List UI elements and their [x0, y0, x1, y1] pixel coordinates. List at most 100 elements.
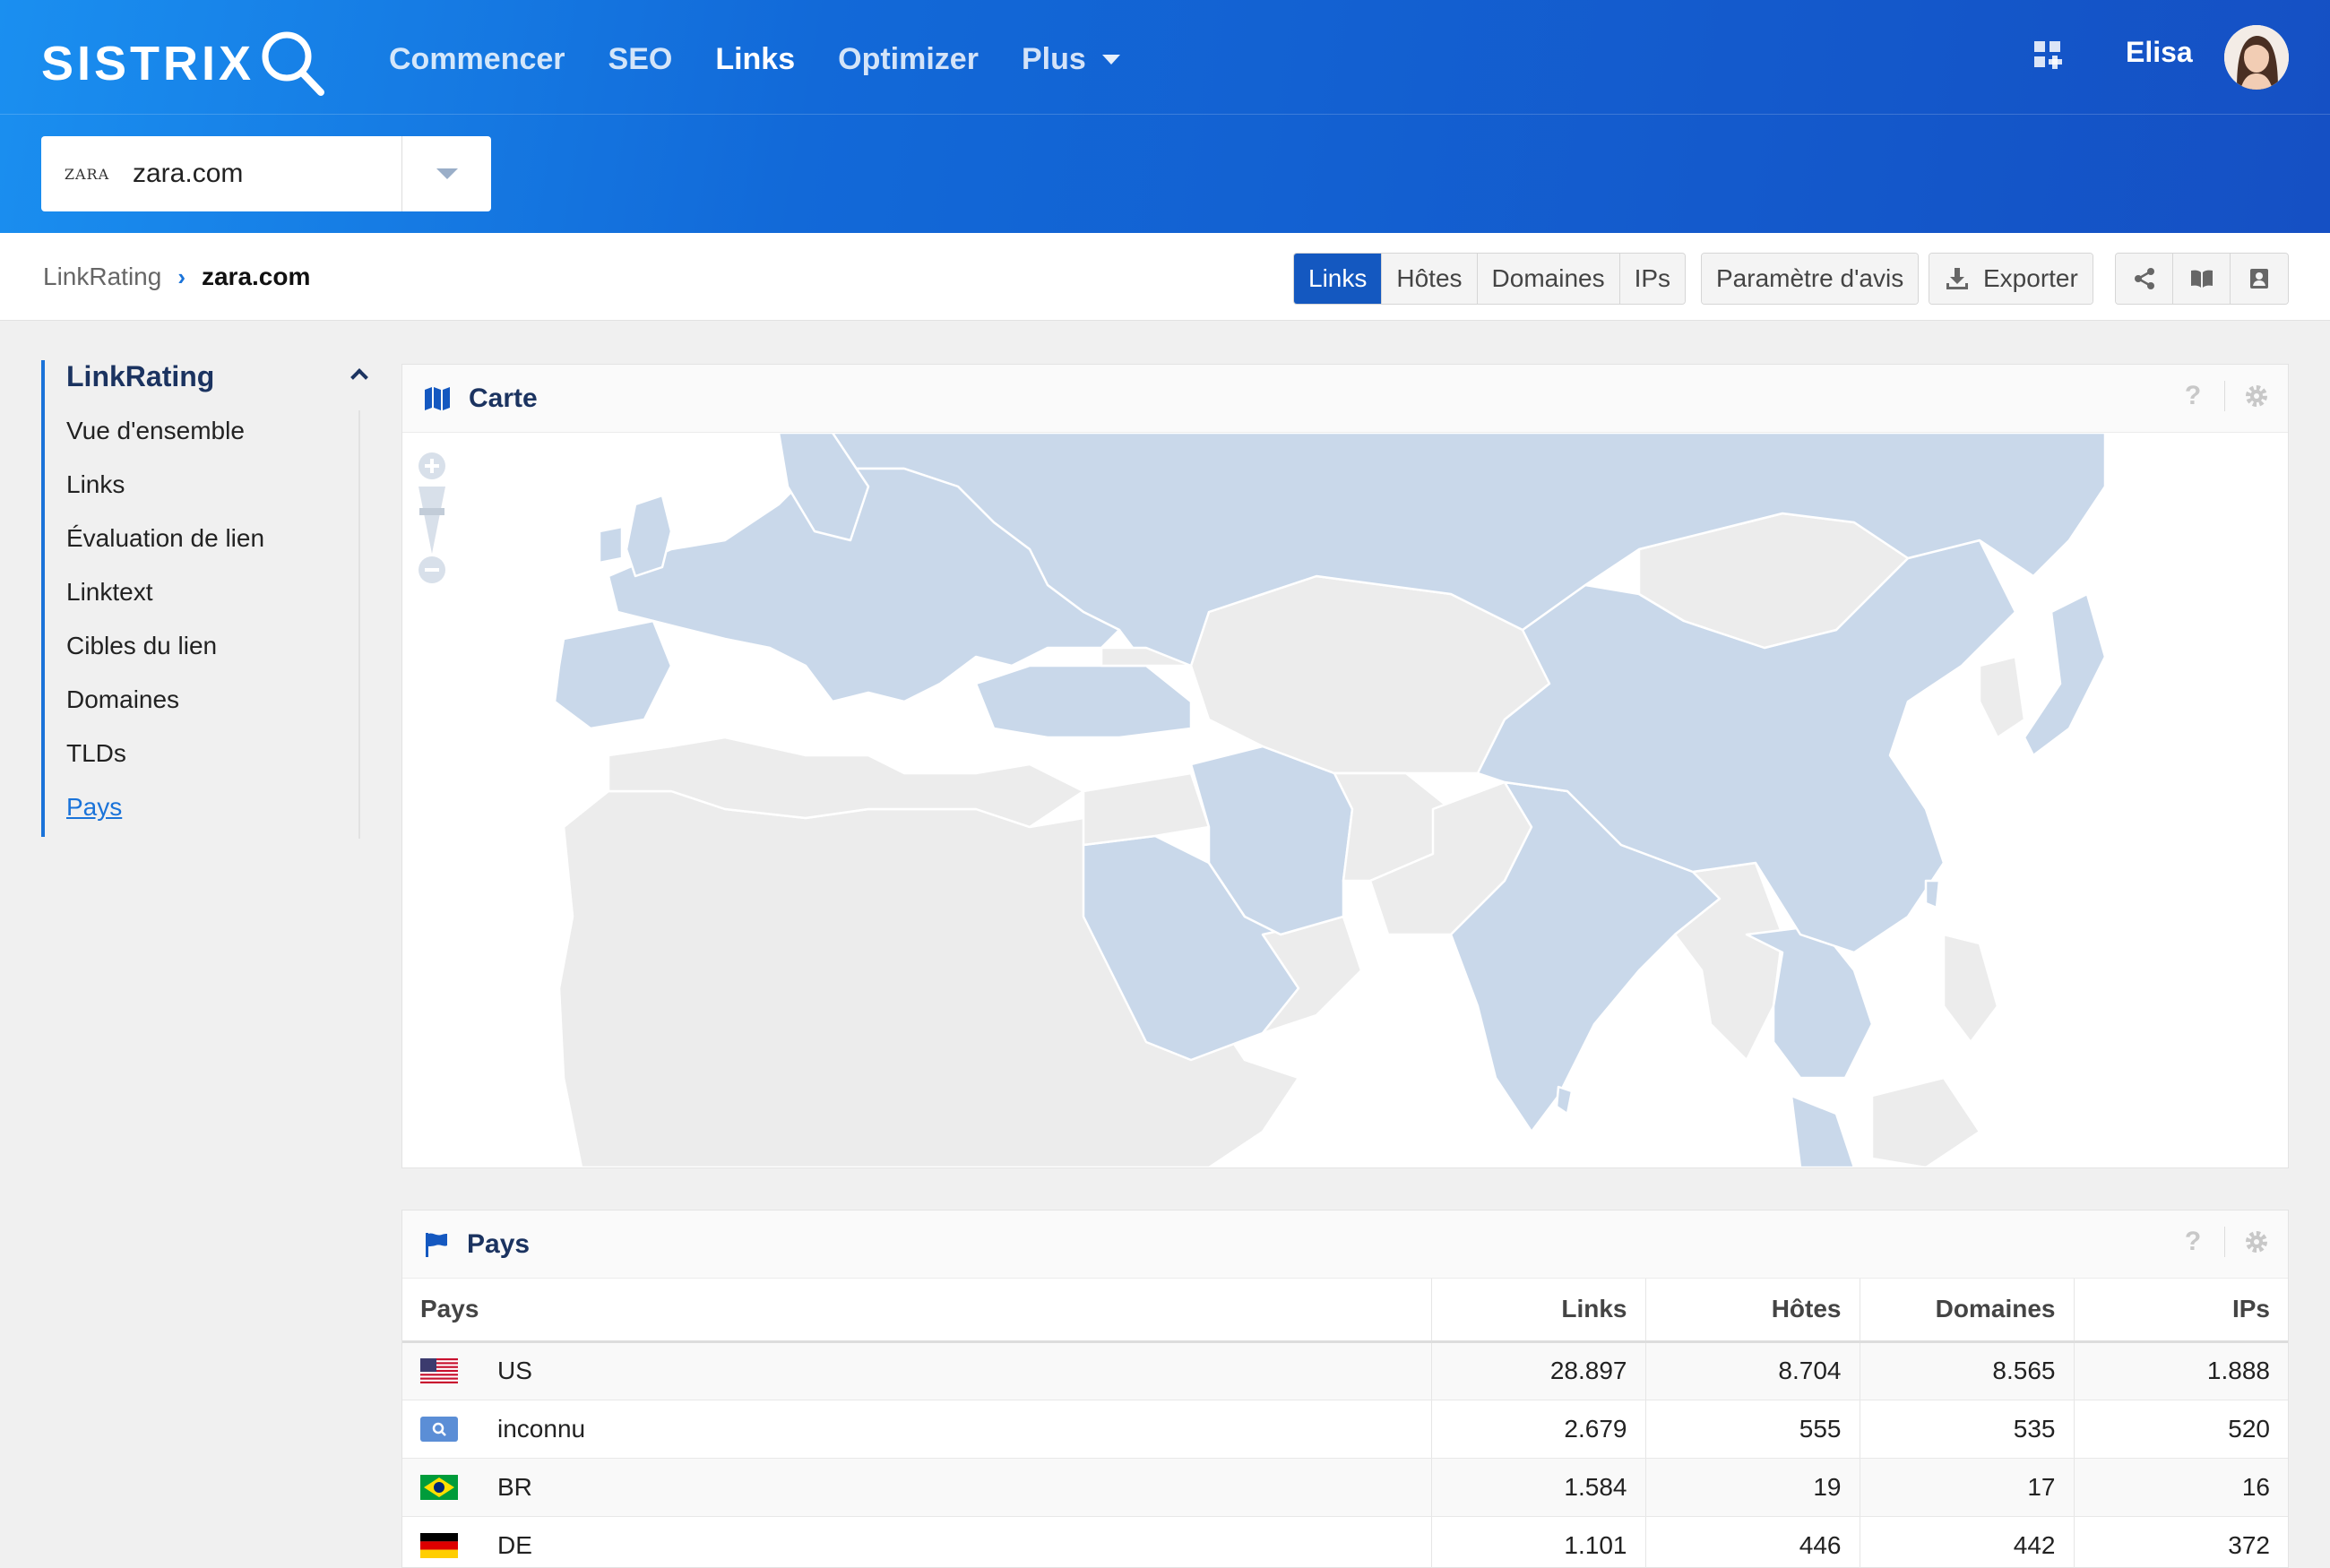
hosts-cell: 19 [1645, 1458, 1860, 1517]
hosts-cell: 446 [1645, 1516, 1860, 1568]
country-name: US [497, 1357, 532, 1384]
export-user-button[interactable] [2231, 254, 2288, 304]
favicon-text: ZARA [64, 165, 110, 183]
export-label: Exporter [1983, 264, 2078, 292]
us-flag-icon [420, 1358, 458, 1383]
map-panel-header: Carte [402, 365, 2288, 433]
countries-table: Pays Links Hôtes Domaines IPs US 28.897 … [402, 1279, 2288, 1568]
chevron-up-icon[interactable] [350, 368, 368, 386]
icon-button-group [2115, 253, 2289, 305]
domains-cell: 17 [1860, 1458, 2075, 1517]
table-row[interactable]: DE 1.101 446 442 372 [402, 1516, 2288, 1568]
region-philippines [1942, 933, 1999, 1044]
sidebar-divider [358, 410, 360, 839]
table-row[interactable]: inconnu 2.679 555 535 520 [402, 1400, 2288, 1459]
nav-links[interactable]: Links [694, 32, 816, 86]
sidebar-item-vue-ensemble[interactable]: Vue d'ensemble [66, 412, 264, 466]
de-flag-icon [420, 1532, 458, 1558]
zoom-control[interactable] [417, 451, 447, 585]
links-cell: 2.679 [1431, 1400, 1646, 1459]
tab-ips[interactable]: IPs [1619, 254, 1686, 304]
br-flag-icon [420, 1474, 458, 1500]
sidebar-item-links[interactable]: Links [66, 466, 264, 520]
tool-divider [2224, 381, 2225, 411]
book-icon [2190, 270, 2213, 288]
countries-panel-header: Pays [402, 1210, 2288, 1279]
user-name[interactable]: Elisa [2126, 36, 2193, 69]
country-cell: BR [402, 1458, 1432, 1517]
tab-hotes[interactable]: Hôtes [1382, 254, 1478, 304]
hosts-cell: 555 [1645, 1400, 1860, 1459]
nav-seo[interactable]: SEO [587, 32, 695, 86]
column-header-pays[interactable]: Pays [402, 1279, 1432, 1343]
tool-divider [2224, 1227, 2225, 1257]
countries-panel: Pays ? Pays Links Hôtes Domaines IPs US … [401, 1210, 2289, 1568]
region-japan [2023, 592, 2107, 757]
nav-plus[interactable]: Plus [1000, 32, 1142, 86]
share-button[interactable] [2116, 254, 2173, 304]
avatar[interactable] [2224, 25, 2289, 90]
gear-icon[interactable] [2243, 1228, 2270, 1255]
ips-cell: 372 [2074, 1516, 2288, 1568]
domain-dropdown-button[interactable] [401, 136, 491, 211]
user-photo-icon [2224, 25, 2289, 90]
column-header-domaines[interactable]: Domaines [1860, 1279, 2075, 1343]
domains-cell: 442 [1860, 1516, 2075, 1568]
ips-cell: 16 [2074, 1458, 2288, 1517]
share-icon [2134, 268, 2154, 289]
hosts-cell: 8.704 [1645, 1341, 1860, 1400]
domains-cell: 8.565 [1860, 1341, 2075, 1400]
region-taiwan [1924, 879, 1941, 909]
sidebar-item-pays[interactable]: Pays [66, 788, 264, 842]
nav-optimizer[interactable]: Optimizer [816, 32, 1000, 86]
export-button[interactable]: Exporter [1929, 254, 2093, 304]
sidebar-item-evaluation[interactable]: Évaluation de lien [66, 520, 264, 573]
breadcrumb-parent[interactable]: LinkRating [43, 263, 161, 291]
sidebar-item-domaines[interactable]: Domaines [66, 681, 264, 735]
country-cell: inconnu [402, 1400, 1432, 1459]
chevron-down-icon [436, 168, 458, 179]
gear-icon[interactable] [2243, 383, 2270, 409]
domain-input[interactable]: zara.com [133, 159, 401, 189]
help-icon[interactable]: ? [2179, 1227, 2206, 1257]
table-row[interactable]: US 28.897 8.704 8.565 1.888 [402, 1341, 2288, 1400]
sidebar-item-tlds[interactable]: TLDs [66, 735, 264, 788]
table-row[interactable]: BR 1.584 19 17 16 [402, 1458, 2288, 1517]
sidebar: LinkRating Vue d'ensemble Links Évaluati… [41, 360, 368, 839]
links-cell: 1.101 [1431, 1516, 1646, 1568]
map-panel-tools: ? [2179, 381, 2270, 411]
nav-label: Optimizer [838, 41, 979, 76]
book-button[interactable] [2173, 254, 2231, 304]
breadcrumb-current: zara.com [201, 263, 311, 290]
region-korea [1978, 655, 2026, 739]
nav-label: Links [715, 41, 796, 76]
apps-grid-icon[interactable] [2032, 39, 2063, 70]
region-turkey [974, 664, 1193, 739]
sistrix-logo[interactable]: SISTRIX [41, 23, 328, 104]
nav-label: Commencer [389, 41, 565, 76]
nav-commencer[interactable]: Commencer [367, 32, 587, 86]
column-header-hotes[interactable]: Hôtes [1645, 1279, 1860, 1343]
breadcrumb: LinkRating › zara.com [43, 233, 310, 321]
tab-domaines[interactable]: Domaines [1477, 254, 1620, 304]
column-header-links[interactable]: Links [1431, 1279, 1646, 1343]
unknown-flag-icon [420, 1416, 458, 1442]
chevron-down-icon [1101, 54, 1120, 65]
column-header-ips[interactable]: IPs [2074, 1279, 2288, 1343]
world-map[interactable] [402, 433, 2288, 1167]
countries-panel-title: Pays [467, 1228, 531, 1259]
country-name: inconnu [497, 1414, 586, 1443]
magnifier-icon [262, 31, 325, 96]
world-map-svg[interactable] [402, 433, 2288, 1167]
sidebar-item-cibles[interactable]: Cibles du lien [66, 627, 264, 681]
help-icon[interactable]: ? [2179, 381, 2206, 411]
sidebar-menu: Vue d'ensemble Links Évaluation de lien … [66, 412, 264, 842]
tab-links[interactable]: Links [1294, 254, 1383, 304]
export-button-wrap: Exporter [1929, 253, 2093, 305]
links-cell: 28.897 [1431, 1341, 1646, 1400]
settings-button[interactable]: Paramètre d'avis [1702, 254, 1919, 304]
sidebar-item-linktext[interactable]: Linktext [66, 573, 264, 627]
view-tab-group: Links Hôtes Domaines IPs [1293, 253, 1687, 305]
domain-selector[interactable]: ZARA zara.com [41, 136, 491, 211]
sidebar-title[interactable]: LinkRating [66, 360, 214, 393]
